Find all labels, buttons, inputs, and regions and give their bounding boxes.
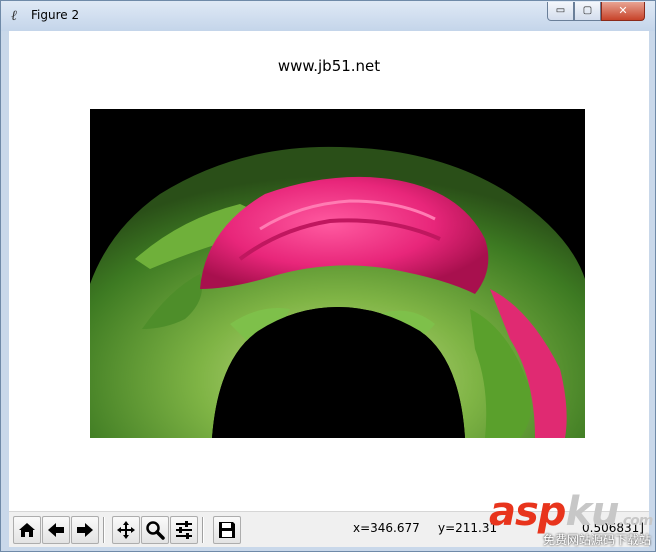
close-button[interactable]: ✕ bbox=[601, 2, 645, 21]
back-button[interactable] bbox=[42, 516, 70, 544]
arrow-right-icon bbox=[77, 523, 93, 537]
configure-subplots-button[interactable] bbox=[170, 516, 198, 544]
figure-title: www.jb51.net bbox=[277, 57, 381, 75]
aspku-watermark: aspku.com 免费网站源码下载站 bbox=[483, 489, 653, 549]
x-coordinate-readout: x=346.677 bbox=[353, 521, 420, 535]
pan-button[interactable] bbox=[112, 516, 140, 544]
arrow-left-icon bbox=[48, 523, 64, 537]
watermark-subtitle: 免费网站源码下载站 bbox=[543, 533, 652, 547]
home-button[interactable] bbox=[13, 516, 41, 544]
figure-window: ℓ Figure 2 ▭ ▢ ✕ www.jb51.net x=346.677 … bbox=[0, 0, 656, 552]
close-icon: ✕ bbox=[618, 4, 628, 17]
maximize-button[interactable]: ▢ bbox=[574, 2, 601, 21]
magnifier-icon bbox=[146, 521, 165, 540]
zoom-button[interactable] bbox=[141, 516, 169, 544]
feather-icon: ℓ bbox=[11, 8, 17, 24]
home-icon bbox=[19, 523, 35, 537]
toolbar-separator bbox=[103, 517, 105, 543]
window-title: Figure 2 bbox=[31, 8, 80, 22]
floppy-disk-icon bbox=[219, 522, 235, 538]
watermark-logo: aspku.com bbox=[489, 489, 653, 535]
maximize-icon: ▢ bbox=[582, 5, 593, 16]
save-button[interactable] bbox=[213, 516, 241, 544]
minimize-icon: ▭ bbox=[555, 5, 566, 16]
warped-flower-image bbox=[90, 109, 585, 438]
minimize-button[interactable]: ▭ bbox=[547, 2, 574, 21]
move-icon bbox=[117, 521, 135, 539]
sliders-icon bbox=[176, 521, 192, 539]
title-bar[interactable]: ℓ Figure 2 ▭ ▢ ✕ bbox=[1, 1, 655, 31]
image-axes[interactable] bbox=[90, 109, 585, 438]
forward-button[interactable] bbox=[71, 516, 99, 544]
toolbar-separator bbox=[202, 517, 204, 543]
